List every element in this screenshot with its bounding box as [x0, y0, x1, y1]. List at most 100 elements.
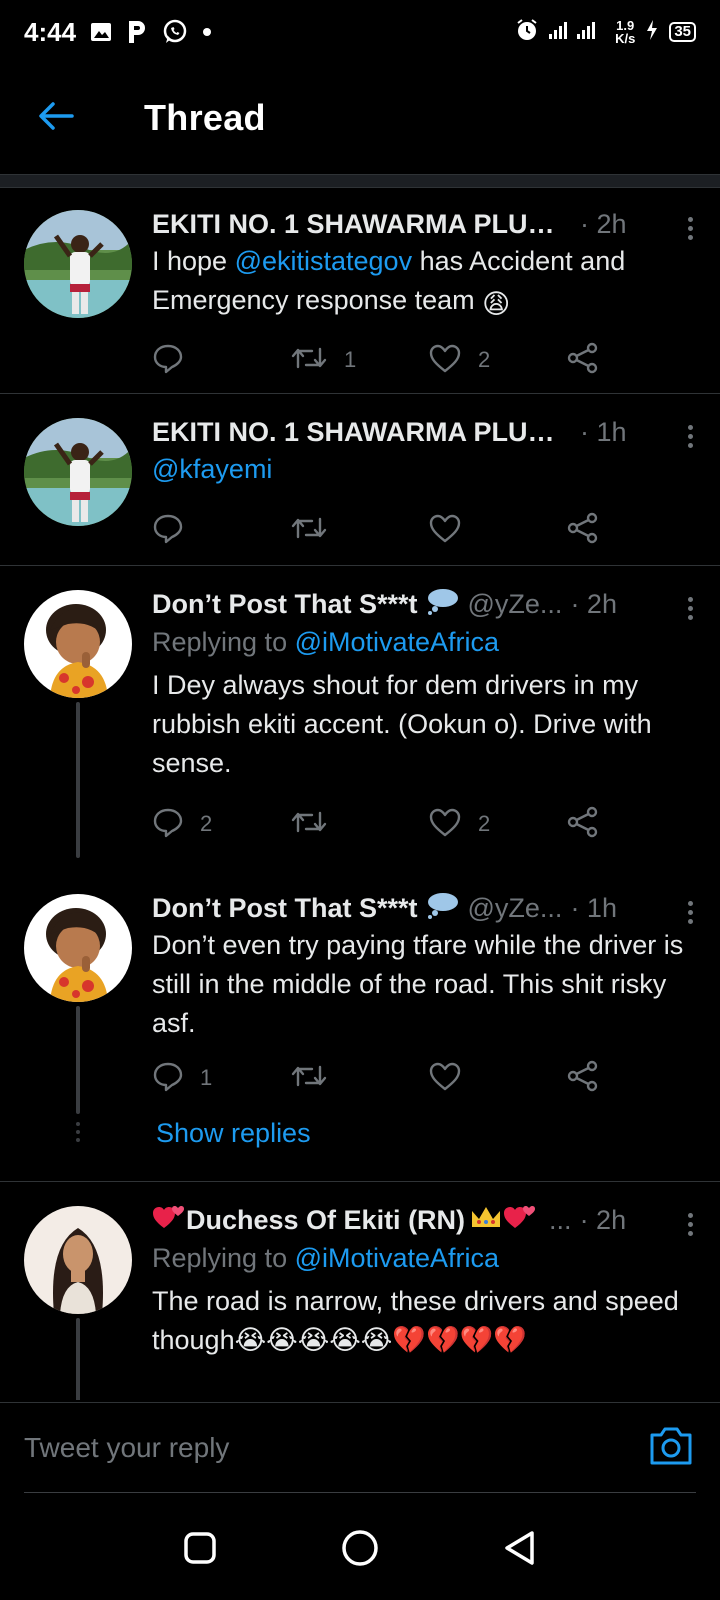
recents-button[interactable] — [170, 1520, 230, 1580]
tweet[interactable]: Duchess Of Ekiti (RN) ... · 2h Replying … — [0, 1182, 720, 1400]
timestamp: · 2h — [579, 1204, 627, 1235]
header-divider — [0, 174, 720, 188]
tweet-actions: 1 2 — [152, 340, 612, 380]
thread-connector — [76, 702, 80, 858]
network-speed: 1.9 K/s — [615, 18, 636, 46]
tweet-text: The road is narrow, these drivers and sp… — [152, 1286, 679, 1355]
like-icon — [428, 806, 462, 843]
like-icon — [428, 512, 462, 549]
mention-link[interactable]: @kfayemi — [152, 450, 692, 489]
share-button[interactable] — [566, 340, 612, 380]
tweet[interactable]: EKITI NO. 1 SHAWARMA PLUG ... · 2h I hop… — [0, 188, 720, 394]
display-name[interactable]: Duchess Of Ekiti (RN) — [186, 1205, 465, 1236]
mention-link[interactable]: @ekitistategov — [235, 246, 413, 276]
tweet-meta: Don’t Post That S***t @yZe... · 2h — [152, 586, 692, 622]
composer-divider — [24, 1492, 696, 1493]
timestamp: · 1h — [580, 416, 627, 447]
mention-link[interactable]: @iMotivateAfrica — [295, 627, 499, 657]
mention-link[interactable]: @iMotivateAfrica — [295, 1243, 499, 1273]
reply-icon — [152, 342, 184, 379]
back-button[interactable] — [28, 90, 84, 146]
tweet-actions: 1 — [152, 1058, 612, 1098]
avatar[interactable] — [24, 418, 132, 526]
alarm-icon — [515, 18, 539, 47]
user-handle[interactable]: @yZe... — [468, 893, 563, 924]
share-icon — [566, 1060, 600, 1097]
retweet-icon — [290, 343, 328, 378]
share-button[interactable] — [566, 804, 612, 844]
reply-button[interactable]: 2 — [152, 804, 290, 844]
share-icon — [566, 342, 600, 379]
thread-feed[interactable]: EKITI NO. 1 SHAWARMA PLUG ... · 2h I hop… — [0, 188, 720, 1400]
share-button[interactable] — [566, 510, 612, 550]
more-icon[interactable] — [678, 590, 702, 626]
show-replies-link[interactable]: Show replies — [156, 1118, 311, 1149]
tweet-text: I hope @ekitistategov has Accident and E… — [152, 242, 692, 324]
reply-icon — [152, 1060, 184, 1097]
more-icon[interactable] — [678, 210, 702, 246]
thought-balloon-emoji — [426, 891, 460, 926]
battery-level: 35 — [669, 22, 696, 42]
display-name[interactable]: EKITI NO. 1 SHAWARMA PLUG ... — [152, 209, 572, 240]
tweet-actions — [152, 510, 612, 550]
home-button[interactable] — [330, 1520, 390, 1580]
retweet-button[interactable]: 1 — [290, 340, 428, 380]
avatar[interactable] — [24, 894, 132, 1002]
like-icon — [428, 1060, 462, 1097]
camera-icon — [648, 1427, 694, 1471]
more-icon[interactable] — [678, 418, 702, 454]
like-button[interactable]: 2 — [428, 804, 566, 844]
signal-icon — [549, 19, 605, 46]
avatar[interactable] — [24, 590, 132, 698]
crown-emoji — [469, 1203, 503, 1238]
thread-connector — [76, 1006, 80, 1114]
status-time: 4:44 — [24, 16, 77, 47]
tweet-text: I Dey always shout for dem drivers in my… — [152, 670, 652, 778]
timestamp: · 2h — [570, 588, 617, 619]
crying-broken-heart-emojis: 😭😭😭😭😭💔💔💔💔 — [234, 1325, 527, 1355]
tweet-meta: Duchess Of Ekiti (RN) ... · 2h — [152, 1202, 692, 1238]
display-name[interactable]: EKITI NO. 1 SHAWARMA PLUG ... — [152, 417, 572, 448]
status-bar: 4:44 1.9 K/s 35 — [0, 0, 720, 64]
retweet-button[interactable] — [290, 1058, 428, 1098]
like-button[interactable] — [428, 1058, 566, 1098]
share-button[interactable] — [566, 1058, 612, 1098]
timestamp: · 2h — [580, 208, 627, 239]
tweet[interactable]: EKITI NO. 1 SHAWARMA PLUG ... · 1h @kfay… — [0, 394, 720, 566]
tweet-text: Don’t even try paying tfare while the dr… — [152, 930, 684, 1038]
reply-button[interactable]: 1 — [152, 1058, 290, 1098]
retweet-icon — [290, 807, 328, 842]
thread-connector — [76, 1318, 80, 1400]
user-handle[interactable]: @yZe... — [468, 589, 563, 620]
retweet-icon — [290, 513, 328, 548]
more-icon[interactable] — [678, 1206, 702, 1242]
avatar[interactable] — [24, 210, 132, 318]
p-app-icon — [126, 19, 148, 45]
tweet-actions: 2 2 — [152, 804, 612, 844]
notification-dot-icon — [202, 27, 212, 37]
like-button[interactable] — [428, 510, 566, 550]
retweet-button[interactable] — [290, 804, 428, 844]
retweet-button[interactable] — [290, 510, 428, 550]
camera-button[interactable] — [648, 1425, 694, 1471]
avatar[interactable] — [24, 1206, 132, 1314]
tweet-meta: EKITI NO. 1 SHAWARMA PLUG ... · 1h — [152, 414, 692, 450]
replying-to: Replying to @iMotivateAfrica — [152, 627, 500, 657]
reply-button[interactable] — [152, 510, 290, 550]
display-name[interactable]: Don’t Post That S***t — [152, 589, 418, 620]
share-icon — [566, 806, 600, 843]
reply-composer — [0, 1402, 720, 1494]
reply-button[interactable] — [152, 340, 290, 380]
system-back-button[interactable] — [490, 1520, 550, 1580]
reply-icon — [152, 512, 184, 549]
page-title: Thread — [144, 97, 266, 138]
display-name[interactable]: Don’t Post That S***t — [152, 893, 418, 924]
back-arrow-icon — [38, 101, 74, 136]
reply-input[interactable] — [24, 1403, 624, 1493]
nav-home-icon — [340, 1528, 380, 1573]
replying-to: Replying to @iMotivateAfrica — [152, 1243, 500, 1273]
like-button[interactable]: 2 — [428, 340, 566, 380]
app-header: Thread — [0, 64, 720, 172]
more-icon[interactable] — [678, 894, 702, 930]
reply-icon — [152, 806, 184, 843]
